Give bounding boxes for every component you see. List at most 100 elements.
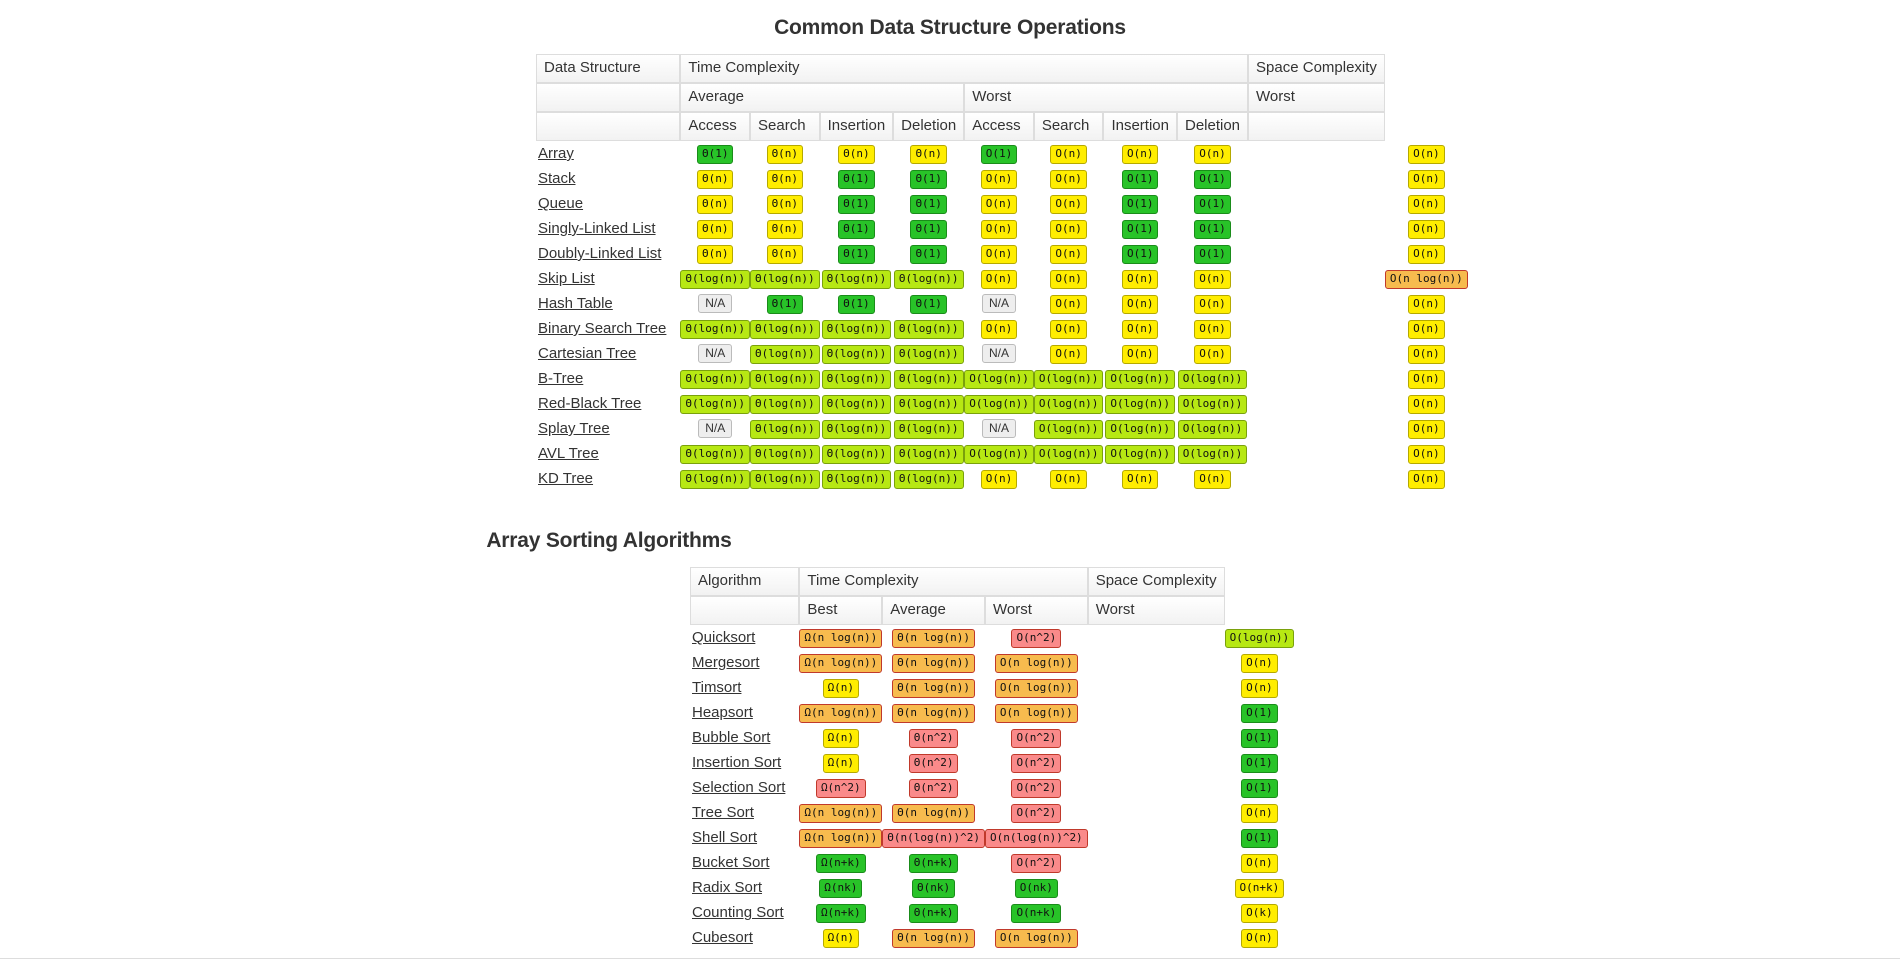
table-row: Tree Sort Ω(n log(n)) Θ(n log(n)) O(n^2) O(n…: [690, 800, 1294, 825]
complexity-cell: O(n): [1385, 216, 1468, 241]
complexity-cell: Θ(log(n)): [750, 366, 820, 391]
complexity-cell: O(n): [1385, 316, 1468, 341]
row-link[interactable]: Splay Tree: [538, 420, 610, 437]
complexity-badge: O(n): [1408, 419, 1445, 439]
row-link[interactable]: Quicksort: [692, 629, 755, 646]
row-link[interactable]: Cubesort: [692, 929, 753, 946]
row-link[interactable]: Bucket Sort: [692, 854, 770, 871]
row-link[interactable]: Selection Sort: [692, 779, 785, 796]
row-link[interactable]: Hash Table: [538, 295, 613, 312]
complexity-badge: Θ(1): [910, 169, 947, 189]
complexity-cell: Θ(log(n)): [893, 416, 964, 441]
complexity-cell: O(1): [1177, 191, 1248, 216]
complexity-cell: N/A: [964, 416, 1034, 441]
row-label-cell: Singly-Linked List: [536, 216, 680, 241]
table-row: Doubly-Linked List Θ(n) Θ(n) Θ(1) Θ(1) O(n) O(…: [536, 241, 1468, 266]
spacer-cell: [1248, 341, 1385, 366]
row-link[interactable]: Singly-Linked List: [538, 220, 656, 237]
complexity-cell: Ω(n log(n)): [799, 700, 883, 725]
complexity-badge: Θ(1): [766, 294, 804, 314]
complexity-badge: O(1): [1121, 244, 1159, 264]
complexity-badge: O(n): [1194, 144, 1231, 164]
complexity-badge: O(n^2): [1011, 853, 1062, 873]
complexity-cell: O(log(n)): [1224, 625, 1295, 650]
row-link[interactable]: Bubble Sort: [692, 729, 770, 746]
row-link[interactable]: KD Tree: [538, 470, 593, 487]
complexity-cell: N/A: [680, 291, 750, 316]
row-link[interactable]: Timsort: [692, 679, 741, 696]
complexity-badge: Ω(n log(n)): [799, 628, 883, 648]
row-link[interactable]: Radix Sort: [692, 879, 762, 896]
complexity-cell: O(n log(n)): [985, 675, 1088, 700]
complexity-cell: N/A: [680, 416, 750, 441]
complexity-badge: Θ(log(n)): [750, 419, 820, 439]
row-link[interactable]: B-Tree: [538, 370, 583, 387]
complexity-cell: O(1): [1225, 775, 1295, 800]
complexity-cell: O(n^2): [985, 625, 1088, 650]
row-link[interactable]: Shell Sort: [692, 829, 757, 846]
complexity-badge: O(n): [1050, 344, 1087, 364]
complexity-cell: O(n): [1225, 675, 1295, 700]
complexity-badge: Θ(log(n)): [821, 444, 892, 464]
row-link[interactable]: Array: [538, 145, 574, 162]
complexity-badge: Θ(log(n)): [893, 344, 964, 364]
row-link[interactable]: Stack: [538, 170, 576, 187]
complexity-cell: O(n^2): [985, 850, 1088, 875]
complexity-badge: Θ(n+k): [908, 903, 959, 923]
complexity-badge: Θ(log(n)): [750, 319, 820, 339]
complexity-cell: Θ(log(n)): [893, 391, 964, 416]
row-link[interactable]: Cartesian Tree: [538, 345, 636, 362]
row-link[interactable]: Skip List: [538, 270, 595, 287]
row-link[interactable]: Binary Search Tree: [538, 320, 666, 337]
table-row: Radix Sort Ω(nk) Θ(nk) O(nk) O(n+k): [690, 875, 1294, 900]
table-row: Timsort Ω(n) Θ(n log(n)) O(n log(n)) O(n): [690, 675, 1294, 700]
complexity-cell: O(log(n)): [1177, 441, 1248, 466]
complexity-badge: Θ(log(n)): [750, 269, 820, 289]
complexity-badge: Θ(1): [838, 169, 875, 189]
table-row: Binary Search Tree Θ(log(n)) Θ(log(n)) Θ(lo…: [536, 316, 1468, 341]
row-link[interactable]: Doubly-Linked List: [538, 245, 661, 262]
complexity-cell: Θ(n): [680, 166, 750, 191]
ds-col-avg-search: Search: [750, 112, 820, 141]
spacer-cell: [1248, 191, 1385, 216]
complexity-cell: O(log(n)): [964, 391, 1034, 416]
complexity-badge: Θ(log(n)): [821, 419, 892, 439]
complexity-badge: O(n): [1408, 219, 1445, 239]
ds-col-worst-deletion: Deletion: [1176, 112, 1249, 141]
spacer-cell: [1248, 241, 1385, 266]
complexity-cell: Θ(log(n)): [820, 316, 894, 341]
complexity-cell: O(n): [964, 466, 1034, 491]
complexity-cell: Θ(log(n)): [820, 266, 894, 291]
na-badge: N/A: [982, 294, 1017, 313]
complexity-badge: Θ(1): [910, 244, 947, 264]
complexity-badge: Ω(n log(n)): [799, 703, 883, 723]
row-link[interactable]: Queue: [538, 195, 583, 212]
complexity-cell: Ω(n): [799, 725, 882, 750]
complexity-cell: O(n): [1177, 316, 1248, 341]
complexity-cell: Θ(n log(n)): [882, 800, 985, 825]
spacer-cell: [1248, 141, 1385, 166]
row-link[interactable]: AVL Tree: [538, 445, 599, 462]
complexity-cell: O(1): [1177, 241, 1248, 266]
row-link[interactable]: Insertion Sort: [692, 754, 781, 771]
complexity-badge: O(n): [980, 219, 1018, 239]
complexity-badge: Ω(n^2): [815, 778, 866, 798]
complexity-cell: O(n): [964, 316, 1034, 341]
row-link[interactable]: Heapsort: [692, 704, 753, 721]
complexity-badge: Ω(n+k): [815, 853, 866, 873]
complexity-cell: Θ(1): [820, 191, 894, 216]
sorting-section: Array Sorting Algorithms: [0, 491, 1900, 567]
ds-col-avg-deletion: Deletion: [893, 112, 965, 141]
complexity-cell: O(n): [1034, 166, 1104, 191]
row-link[interactable]: Mergesort: [692, 654, 760, 671]
row-link[interactable]: Counting Sort: [692, 904, 784, 921]
complexity-badge: O(n): [1408, 394, 1445, 414]
complexity-badge: O(n): [1121, 319, 1159, 339]
complexity-badge: O(n): [1408, 244, 1445, 264]
table-row: Insertion Sort Ω(n) Θ(n^2) O(n^2) O(1): [690, 750, 1294, 775]
row-link[interactable]: Tree Sort: [692, 804, 754, 821]
complexity-cell: O(k): [1225, 900, 1295, 925]
complexity-cell: O(n+k): [1225, 875, 1295, 900]
complexity-badge: Θ(n): [766, 144, 804, 164]
row-link[interactable]: Red-Black Tree: [538, 395, 641, 412]
